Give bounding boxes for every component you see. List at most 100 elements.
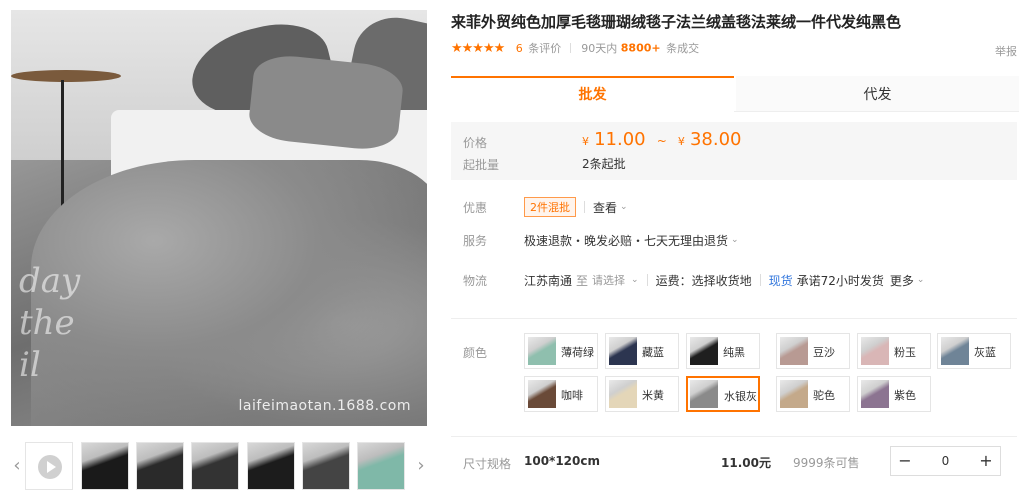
logistics-value: 江苏南通 至 请选择 ⌄ 运费：选择收货地 现货 承诺72小时发货 更多 ⌄ [524,268,924,292]
color-swatch-label: 紫色 [894,389,916,402]
review-count[interactable]: 6 [516,42,523,55]
section-divider [451,318,1017,319]
thumbnail-image [137,443,183,489]
chevron-down-icon[interactable]: ⌄ [631,275,639,285]
chevron-down-icon[interactable]: ⌄ [620,202,628,212]
color-swatch-image [780,380,808,408]
rating-row: ★★★★★ 6 条评价 90天内 8800+ 条成交 [451,40,1017,58]
color-swatch[interactable]: 灰蓝 [937,333,1011,369]
promo-row: 优惠 2件混批 查看 ⌄ [451,195,1017,219]
thumb-prev-icon[interactable]: ‹ [11,456,23,476]
promo-label: 优惠 [463,201,488,215]
rating-stars-icon: ★★★★★ [451,40,505,56]
thumbnail-strip: ‹ › [11,440,427,492]
color-swatch-label: 粉玉 [894,346,916,359]
moq-value: 2条起批 [582,157,626,171]
promo-view-link[interactable]: 查看 [593,199,617,216]
color-swatch-label: 纯黑 [723,346,745,359]
color-swatch-image [609,337,637,365]
color-swatch-label: 咖啡 [561,389,583,402]
moq-label: 起批量 [463,158,500,172]
thumbnail-image [303,443,349,489]
price-label: 价格 [463,136,488,150]
thumbnail-image [248,443,294,489]
shipping-promise: 承诺72小时发货 [796,273,884,288]
divider [646,274,648,286]
quantity-plus-button[interactable]: + [972,447,1000,475]
thumbnail-image [192,443,238,489]
price-min: 11.00 [594,129,646,150]
service-value: 极速退款・晚发必赔・七天无理由退货 ⌄ [524,228,739,252]
price-tilde: ~ [656,134,667,148]
tab-wholesale[interactable]: 批发 [451,76,734,112]
color-swatch[interactable]: 豆沙 [776,333,850,369]
divider [584,201,585,213]
color-swatch[interactable]: 藏蓝 [605,333,679,369]
chevron-down-icon[interactable]: ⌄ [917,275,925,285]
color-swatch[interactable]: 粉玉 [857,333,931,369]
color-swatch[interactable]: 紫色 [857,376,931,412]
color-swatch[interactable]: 驼色 [776,376,850,412]
thumbnail[interactable] [357,442,405,490]
quantity-input[interactable] [919,447,972,475]
color-swatch-image [528,380,556,408]
size-label: 尺寸规格 [463,457,512,471]
logistics-more-link[interactable]: 更多 [890,272,914,289]
service-row: 服务 极速退款・晚发必赔・七天无理由退货 ⌄ [451,228,1017,252]
color-swatch-image [780,337,808,365]
deals-count: 8800+ [620,41,661,55]
color-swatch-label: 薄荷绿 [561,346,594,359]
service-label: 服务 [463,234,488,248]
service-text[interactable]: 极速退款・晚发必赔・七天无理由退货 [524,232,728,249]
color-swatch-image [690,337,718,365]
color-swatch[interactable]: 纯黑 [686,333,760,369]
color-swatch[interactable]: 薄荷绿 [524,333,598,369]
promo-value: 2件混批 查看 ⌄ [524,195,628,219]
price-box: 价格 ¥ 11.00 ~ ¥ 38.00 起批量 2条起批 [451,122,1017,180]
days-label: 90天内 [581,42,618,55]
main-product-image[interactable]: day the il laifeimaotan.1688.com [11,10,427,426]
section-divider [451,436,1017,437]
color-swatch-label: 水银灰 [724,390,757,403]
thumbnail-image [358,443,404,489]
thumbnail-image [82,443,128,489]
review-label[interactable]: 条评价 [528,42,561,55]
thumbnail[interactable] [302,442,350,490]
color-swatch-label: 米黄 [642,389,664,402]
thumbnail[interactable] [81,442,129,490]
quantity-minus-button[interactable]: − [891,447,919,475]
thumb-video[interactable] [25,442,73,490]
thumbnail[interactable] [191,442,239,490]
color-swatch-image [941,337,969,365]
currency-symbol: ¥ [677,135,685,148]
product-title: 来菲外贸纯色加厚毛毯珊瑚绒毯子法兰绒盖毯法莱绒一件代发纯黑色 [451,13,902,31]
tab-dropship[interactable]: 代发 [736,76,1019,112]
image-side-table [11,70,121,82]
color-label: 颜色 [463,346,488,360]
destination-select[interactable]: 请选择 [592,272,625,288]
freight-text: 运费：选择收货地 [655,273,752,288]
chevron-down-icon[interactable]: ⌄ [731,235,739,245]
thumbnail[interactable] [136,442,184,490]
logistics-label: 物流 [463,274,488,288]
mix-batch-badge[interactable]: 2件混批 [524,197,576,217]
quantity-stepper: − + [890,446,1001,476]
report-link[interactable]: 举报 [995,43,1017,59]
color-swatch-image [861,337,889,365]
color-swatch[interactable]: 米黄 [605,376,679,412]
ship-origin: 江苏南通 [524,273,573,288]
product-page: day the il laifeimaotan.1688.com ‹ › 来菲外… [0,0,1024,500]
divider [569,43,571,53]
size-spec: 100*120cm [524,454,600,468]
ship-to-label: 至 [576,273,589,288]
image-table-leg [61,80,64,220]
color-swatch[interactable]: 水银灰 [686,376,760,412]
price-max: 38.00 [689,129,742,150]
purchase-tabs: 批发 代发 [451,76,1019,112]
color-swatch[interactable]: 咖啡 [524,376,598,412]
size-row: 尺寸规格 100*120cm 11.00元 9999条可售 − + [451,445,1017,479]
in-stock-tag: 现货 [768,273,793,288]
thumbnail[interactable] [247,442,295,490]
color-swatch-label: 灰蓝 [974,346,996,359]
thumb-next-icon[interactable]: › [415,456,427,476]
